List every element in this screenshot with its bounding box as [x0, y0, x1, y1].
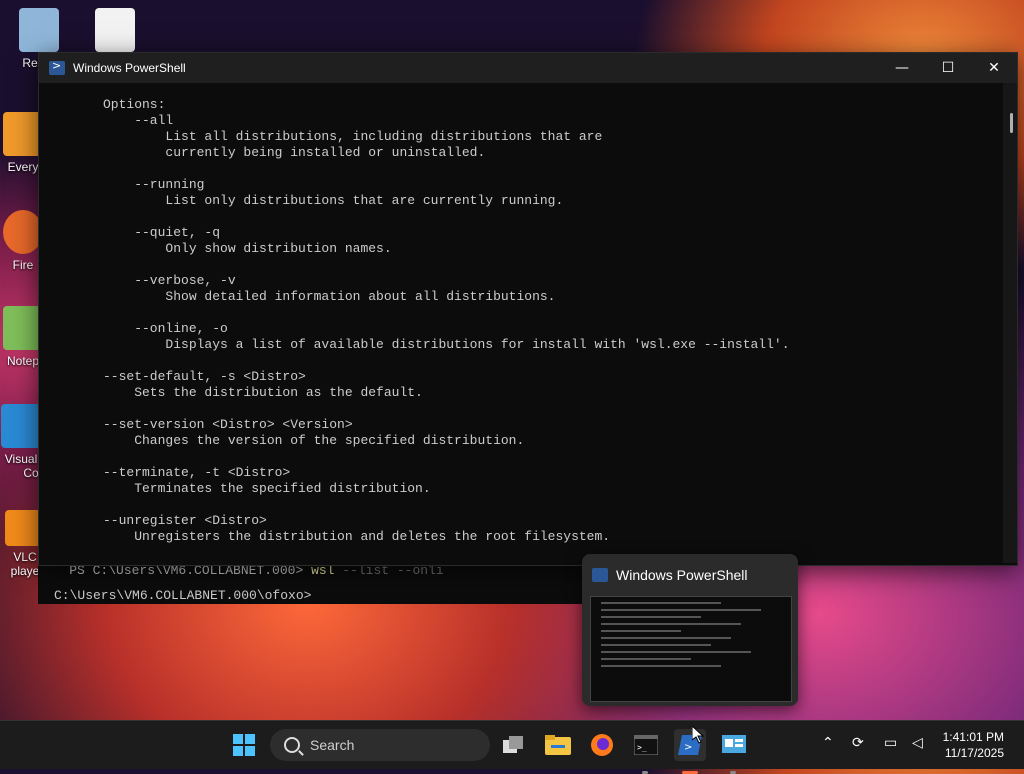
firefox-icon	[591, 734, 613, 756]
powershell-icon	[49, 59, 65, 75]
firefox-button[interactable]	[586, 729, 618, 761]
taskbar: Search >_ > ⌃ ⟳ ▭ ◁ 1:41:01 PM 11/17/202…	[0, 720, 1024, 774]
display-icon[interactable]: ▭	[884, 735, 897, 751]
folder-icon	[545, 735, 571, 755]
notepad-icon	[3, 306, 43, 350]
powershell-window[interactable]: Windows PowerShell — ☐ ✕ Options: --all …	[38, 52, 1018, 566]
control-panel-icon	[722, 735, 746, 753]
scrollbar[interactable]	[1003, 83, 1017, 563]
desktop-icon-label: Notep	[6, 354, 40, 368]
volume-muted-icon[interactable]: ◁	[912, 735, 923, 751]
taskbar-preview[interactable]: Windows PowerShell	[582, 554, 798, 706]
scrollbar-thumb[interactable]	[1010, 113, 1013, 133]
start-button[interactable]	[228, 729, 260, 761]
search-label: Search	[310, 737, 355, 753]
svg-text:>_: >_	[637, 743, 647, 752]
minimize-button[interactable]: —	[879, 53, 925, 83]
everything-icon	[3, 112, 43, 156]
search-icon	[284, 737, 300, 753]
desktop-icon-label: playe	[10, 564, 40, 578]
close-button[interactable]: ✕	[971, 53, 1017, 83]
desktop-icon-label: Visual	[4, 452, 38, 466]
chevron-up-icon[interactable]: ⌃	[822, 735, 834, 751]
sync-icon[interactable]: ⟳	[852, 735, 864, 751]
mouse-cursor-icon	[692, 726, 704, 744]
window-title: Windows PowerShell	[73, 61, 186, 75]
terminal-icon: >_	[634, 735, 658, 755]
preview-title: Windows PowerShell	[616, 567, 748, 583]
console-area[interactable]: Options: --all List all distributions, i…	[39, 83, 1017, 563]
search-box[interactable]: Search	[270, 729, 490, 761]
powershell-icon	[592, 568, 608, 582]
file-icon	[95, 8, 135, 52]
preview-header: Windows PowerShell	[582, 554, 798, 596]
task-view-icon	[503, 736, 523, 753]
desktop-icon-label: Every	[7, 160, 39, 174]
terminal-button[interactable]: >_	[630, 729, 662, 774]
vscode-icon	[1, 404, 41, 448]
firefox-icon	[3, 210, 43, 254]
desktop-icon-file[interactable]	[80, 8, 150, 56]
clock[interactable]: 1:41:01 PM 11/17/2025	[943, 729, 1004, 761]
title-bar[interactable]: Windows PowerShell — ☐ ✕	[39, 53, 1017, 83]
preview-thumbnail[interactable]	[590, 596, 792, 702]
desktop-icon-label: Co	[23, 466, 39, 480]
file-explorer-button[interactable]	[542, 729, 574, 761]
windows-icon	[233, 734, 255, 756]
bg-prompt-line-2: C:\Users\VM6.COLLABNET.000\ofoxo>	[54, 588, 312, 603]
control-panel-button[interactable]	[718, 729, 750, 774]
recycle-bin-icon	[19, 8, 59, 52]
maximize-button[interactable]: ☐	[925, 53, 971, 83]
task-view-button[interactable]	[498, 729, 530, 761]
desktop-icon-label: VLC	[13, 550, 37, 564]
console-output: Options: --all List all distributions, i…	[103, 97, 790, 544]
clock-time: 1:41:01 PM	[942, 730, 1004, 744]
desktop-icon-label: Fire	[12, 258, 34, 272]
clock-date: 11/17/2025	[944, 746, 1004, 760]
